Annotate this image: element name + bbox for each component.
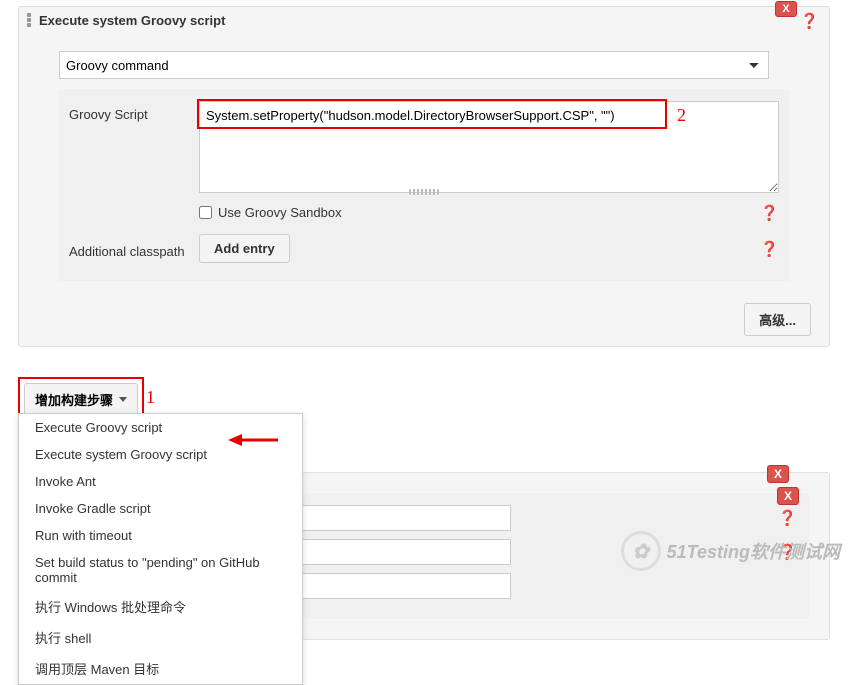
build-step-title: Execute system Groovy script bbox=[39, 13, 225, 28]
menu-item[interactable]: Execute system Groovy script bbox=[19, 441, 302, 468]
advanced-button[interactable]: 高级... bbox=[744, 303, 811, 336]
delete-step-button[interactable]: X bbox=[775, 1, 797, 17]
caret-down-icon bbox=[119, 397, 127, 402]
delete-button[interactable]: X bbox=[777, 487, 799, 505]
help-icon[interactable]: ❓ bbox=[760, 240, 779, 258]
menu-item[interactable]: 执行 shell bbox=[19, 622, 302, 653]
script-panel: Groovy Script 2 Use Groovy Sandbox ❓ Add… bbox=[59, 89, 789, 281]
build-step-block: Execute system Groovy script X ❓ Groovy … bbox=[18, 6, 830, 347]
menu-item[interactable]: Invoke Ant bbox=[19, 468, 302, 495]
build-step-header: Execute system Groovy script X ❓ bbox=[19, 7, 829, 33]
watermark-text: 51Testing软件测试网 bbox=[667, 538, 840, 564]
delete-button[interactable]: X bbox=[767, 465, 789, 483]
groovy-script-textarea[interactable] bbox=[199, 101, 779, 193]
wechat-icon: ✿ bbox=[621, 531, 661, 571]
add-build-step-area: 增加构建步骤 1 Execute Groovy script Execute s… bbox=[18, 377, 830, 422]
menu-item[interactable]: Invoke Gradle script bbox=[19, 495, 302, 522]
menu-item[interactable]: 调用顶层 Maven 目标 bbox=[19, 653, 302, 684]
drag-handle-icon[interactable] bbox=[25, 11, 33, 29]
add-build-step-label: 增加构建步骤 bbox=[35, 390, 113, 409]
classpath-label: Additional classpath bbox=[69, 238, 199, 259]
menu-item[interactable]: Execute Groovy script bbox=[19, 414, 302, 441]
build-step-dropdown-menu: Execute Groovy script Execute system Gro… bbox=[18, 413, 303, 685]
watermark: ✿ 51Testing软件测试网 bbox=[621, 531, 840, 571]
help-icon[interactable]: ❓ bbox=[760, 204, 779, 222]
groovy-command-select[interactable]: Groovy command bbox=[59, 51, 769, 79]
sandbox-checkbox[interactable] bbox=[199, 206, 212, 219]
annotation-number-2: 2 bbox=[677, 105, 686, 126]
groovy-script-label: Groovy Script bbox=[69, 101, 199, 122]
help-icon[interactable]: ❓ bbox=[800, 12, 819, 30]
resize-grip-icon[interactable] bbox=[409, 189, 439, 195]
menu-item[interactable]: Set build status to "pending" on GitHub … bbox=[19, 549, 302, 591]
add-entry-button[interactable]: Add entry bbox=[199, 234, 290, 263]
sandbox-label: Use Groovy Sandbox bbox=[218, 205, 342, 220]
menu-item[interactable]: Run with timeout bbox=[19, 522, 302, 549]
help-icon[interactable]: ❓ bbox=[778, 509, 797, 527]
menu-item[interactable]: 执行 Windows 批处理命令 bbox=[19, 591, 302, 622]
add-build-step-button[interactable]: 增加构建步骤 bbox=[24, 383, 138, 416]
annotation-number-1: 1 bbox=[146, 387, 155, 408]
